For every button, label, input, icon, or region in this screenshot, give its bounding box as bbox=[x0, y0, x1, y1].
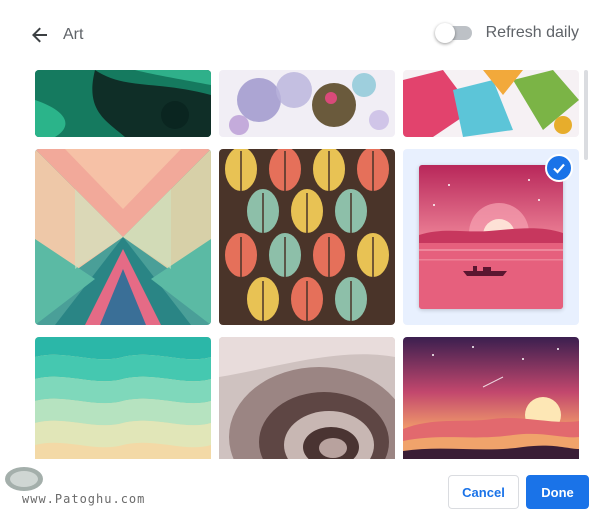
grid-scrollbar[interactable] bbox=[583, 70, 589, 459]
leaf-pattern-image bbox=[219, 149, 395, 325]
refresh-daily-toggle[interactable]: Refresh daily bbox=[434, 23, 579, 43]
swirl-photo-image bbox=[219, 337, 395, 459]
header: Art Refresh daily bbox=[0, 0, 589, 70]
art-tile-5[interactable] bbox=[219, 149, 395, 325]
toggle-knob bbox=[434, 23, 455, 43]
art-tile-3[interactable] bbox=[403, 70, 579, 137]
art-tile-8[interactable] bbox=[219, 337, 395, 459]
back-button[interactable] bbox=[27, 22, 53, 48]
checkmark-icon bbox=[545, 154, 573, 182]
watermark-text: www.Patoghu.com bbox=[22, 492, 146, 506]
sunset-lake-image bbox=[419, 165, 563, 309]
colorful-splash-image bbox=[403, 70, 579, 137]
art-tile-9[interactable] bbox=[403, 337, 579, 459]
art-grid bbox=[35, 70, 579, 459]
art-tile-4[interactable] bbox=[35, 149, 211, 325]
watercolor-splash-image bbox=[219, 70, 395, 137]
sunset-lake-thumbnail bbox=[419, 165, 563, 309]
art-tile-7[interactable] bbox=[35, 337, 211, 459]
sunset-hills-image bbox=[403, 337, 579, 459]
done-button[interactable]: Done bbox=[526, 475, 589, 509]
wave-layers-image bbox=[35, 337, 211, 459]
refresh-daily-label: Refresh daily bbox=[485, 24, 579, 41]
art-tile-6-selected[interactable] bbox=[403, 149, 579, 325]
watercolor-green-image bbox=[35, 70, 211, 137]
art-tile-2[interactable] bbox=[219, 70, 395, 137]
page-title: Art bbox=[63, 26, 84, 43]
cancel-button[interactable]: Cancel bbox=[448, 475, 519, 509]
toggle-switch[interactable] bbox=[434, 23, 472, 43]
geometric-triangles-image bbox=[35, 149, 211, 325]
patoghu-logo bbox=[5, 467, 43, 491]
footer: www.Patoghu.com Cancel Done bbox=[0, 459, 589, 519]
arrow-left-icon bbox=[32, 27, 47, 43]
scrollbar-thumb[interactable] bbox=[584, 70, 588, 160]
art-tile-1[interactable] bbox=[35, 70, 211, 137]
